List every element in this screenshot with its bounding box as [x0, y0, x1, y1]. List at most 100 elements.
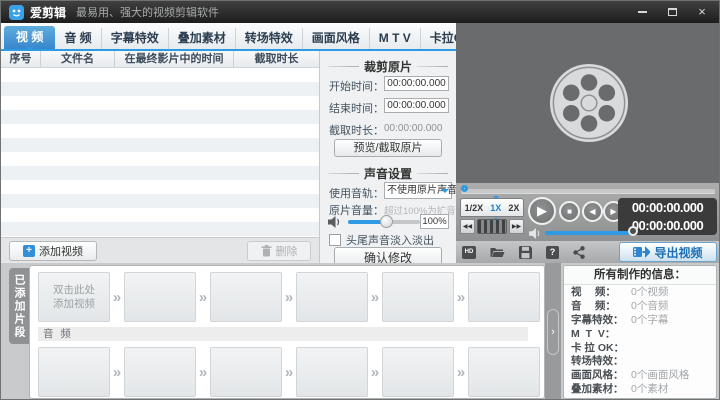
add-video-placeholder: 双击此处添加视频: [53, 284, 95, 310]
audio-clip-slot[interactable]: [38, 347, 110, 397]
audio-clip-slot[interactable]: [124, 347, 196, 397]
column-duration: 截取时长: [254, 53, 299, 65]
video-clip-slot[interactable]: 双击此处添加视频: [38, 272, 110, 322]
end-time-label: 结束时间：: [329, 103, 384, 115]
audio-track-bar: 音 频: [38, 327, 528, 341]
player-bottom-bar: HD ? 导出视频: [456, 241, 719, 263]
clip-actions-bar: + 添加视频 删除: [1, 237, 319, 263]
jog-control: ◀◀ ▶▶: [460, 219, 524, 234]
timeline-panel: 双击此处添加视频 » » » » » 音 频 » » » » »: [29, 265, 545, 399]
save-icon[interactable]: [519, 245, 532, 259]
hd-settings-icon[interactable]: HD: [462, 245, 476, 259]
settings-panel: 裁剪原片 开始时间： 结束时间： 截取时长： 00:00:00.000 预览/截…: [319, 51, 457, 268]
jog-wheel[interactable]: [477, 219, 507, 234]
tab-picture-style[interactable]: 画面风格: [303, 28, 370, 49]
jog-forward-button[interactable]: ▶▶: [509, 219, 524, 234]
speed-normal-button[interactable]: 1X: [490, 195, 501, 220]
volume-slider-row: 100%: [328, 214, 449, 230]
video-clip-slot[interactable]: [124, 272, 196, 322]
column-final-time: 在最终影片中的时间: [115, 51, 234, 67]
delete-label: 删除: [275, 245, 298, 258]
capture-duration-value: 00:00:00.000: [384, 123, 443, 134]
app-logo-icon: [9, 4, 24, 20]
export-icon: [633, 246, 651, 258]
preview-capture-button[interactable]: 预览/截取原片: [334, 139, 442, 157]
seek-bar[interactable]: [461, 185, 715, 193]
speed-double-button[interactable]: 2X: [508, 203, 519, 213]
info-row-audio: 音 频： 0个音频: [571, 300, 669, 313]
add-video-icon: +: [23, 244, 35, 257]
title-bar: 爱剪辑 最易用、强大的视频剪辑软件 ×: [1, 1, 719, 23]
stop-button[interactable]: ■: [559, 201, 580, 222]
minimize-button[interactable]: [635, 5, 649, 19]
info-row-video: 视 频： 0个视频: [571, 286, 669, 299]
info-row-transition: 转场特效：: [571, 355, 624, 368]
help-icon[interactable]: ?: [546, 245, 559, 259]
fade-checkbox-row: 头尾声音淡入淡出: [329, 232, 434, 248]
info-row-style: 画面风格： 0个画面风格: [571, 369, 690, 382]
audio-clip-slot[interactable]: [296, 347, 368, 397]
speed-selector: 1/2X 1X 2X: [460, 195, 524, 220]
volume-slider-handle[interactable]: [380, 215, 393, 228]
audio-clip-slot[interactable]: [210, 347, 282, 397]
tab-video[interactable]: 视 频: [4, 26, 56, 51]
player-volume-handle[interactable]: [628, 226, 638, 236]
crop-section-title: 裁剪原片: [328, 58, 448, 75]
maximize-button[interactable]: [665, 5, 679, 19]
app-window: 爱剪辑 最易用、强大的视频剪辑软件 × 视 频 音 频 字幕特效 叠加素材 转场…: [0, 0, 720, 400]
clip-chevron-icon: »: [284, 288, 294, 306]
export-video-button[interactable]: 导出视频: [619, 242, 717, 262]
film-reel-icon: [549, 63, 628, 143]
player-volume-track[interactable]: [545, 231, 635, 235]
tab-audio[interactable]: 音 频: [55, 28, 102, 49]
info-row-karaoke: 卡 拉 OK：: [571, 341, 625, 354]
clip-table-header: 序号 文件名 在最终影片中的时间 截取时长: [1, 51, 319, 68]
clip-table-body[interactable]: [1, 68, 319, 237]
speed-half-button[interactable]: 1/2X: [465, 203, 484, 213]
chevron-down-icon: [441, 189, 449, 197]
clip-chevron-icon: »: [198, 288, 208, 306]
jog-back-button[interactable]: ◀◀: [460, 219, 475, 234]
start-time-label: 开始时间：: [329, 81, 384, 93]
info-row-mtv: M T V：: [571, 327, 616, 340]
video-preview[interactable]: [456, 23, 719, 183]
clip-chevron-icon: »: [112, 288, 122, 306]
info-row-overlay: 叠加素材： 0个素材: [571, 382, 669, 395]
play-button[interactable]: ▶: [528, 197, 556, 225]
share-icon[interactable]: [573, 245, 585, 259]
video-clip-slot[interactable]: [296, 272, 368, 322]
clip-chevron-icon: »: [198, 363, 208, 381]
fade-label: 头尾声音淡入淡出: [346, 235, 434, 247]
delete-button[interactable]: 删除: [247, 240, 311, 261]
timeline-expand-strip: ›: [545, 263, 561, 399]
video-clip-row: 双击此处添加视频 » » » » »: [38, 272, 544, 322]
info-panel-title: 所有制作的信息：: [564, 266, 716, 285]
audio-clip-slot[interactable]: [382, 347, 454, 397]
added-clips-tab[interactable]: 已添加片段: [9, 268, 29, 344]
audio-clip-slot[interactable]: [468, 347, 540, 397]
tab-subtitle-effects[interactable]: 字幕特效: [102, 28, 169, 49]
app-title: 爱剪辑: [30, 5, 67, 20]
close-button[interactable]: ×: [695, 5, 709, 19]
tab-mtv[interactable]: M T V: [370, 28, 421, 49]
prev-frame-button[interactable]: ◀: [582, 201, 603, 222]
video-clip-slot[interactable]: [468, 272, 540, 322]
player-controls: 1/2X 1X 2X ◀◀ ▶▶ ▶ ■ ◀ ▶ 00:00:00.000 00…: [456, 183, 719, 241]
fade-checkbox[interactable]: [329, 234, 341, 246]
window-controls: ×: [635, 5, 713, 19]
expand-right-button[interactable]: ›: [547, 309, 559, 355]
add-video-button[interactable]: + 添加视频: [9, 240, 97, 261]
tab-transition-effects[interactable]: 转场特效: [236, 28, 303, 49]
volume-value-box[interactable]: 100%: [420, 214, 449, 229]
audio-track-select[interactable]: 不使用原片声音: [384, 182, 457, 199]
column-filename: 文件名: [41, 51, 115, 67]
video-clip-slot[interactable]: [382, 272, 454, 322]
capture-duration-label: 截取时长：: [329, 125, 384, 137]
seek-handle[interactable]: [461, 185, 468, 192]
open-folder-icon[interactable]: [490, 246, 505, 258]
start-time-input[interactable]: [384, 76, 449, 91]
video-clip-slot[interactable]: [210, 272, 282, 322]
end-time-input[interactable]: [384, 98, 449, 113]
tab-overlay-material[interactable]: 叠加素材: [169, 28, 236, 49]
timeline-section: 已添加片段 双击此处添加视频 » » » » » 音 频 » » » » » › 所有制作的信息：…: [1, 263, 719, 399]
